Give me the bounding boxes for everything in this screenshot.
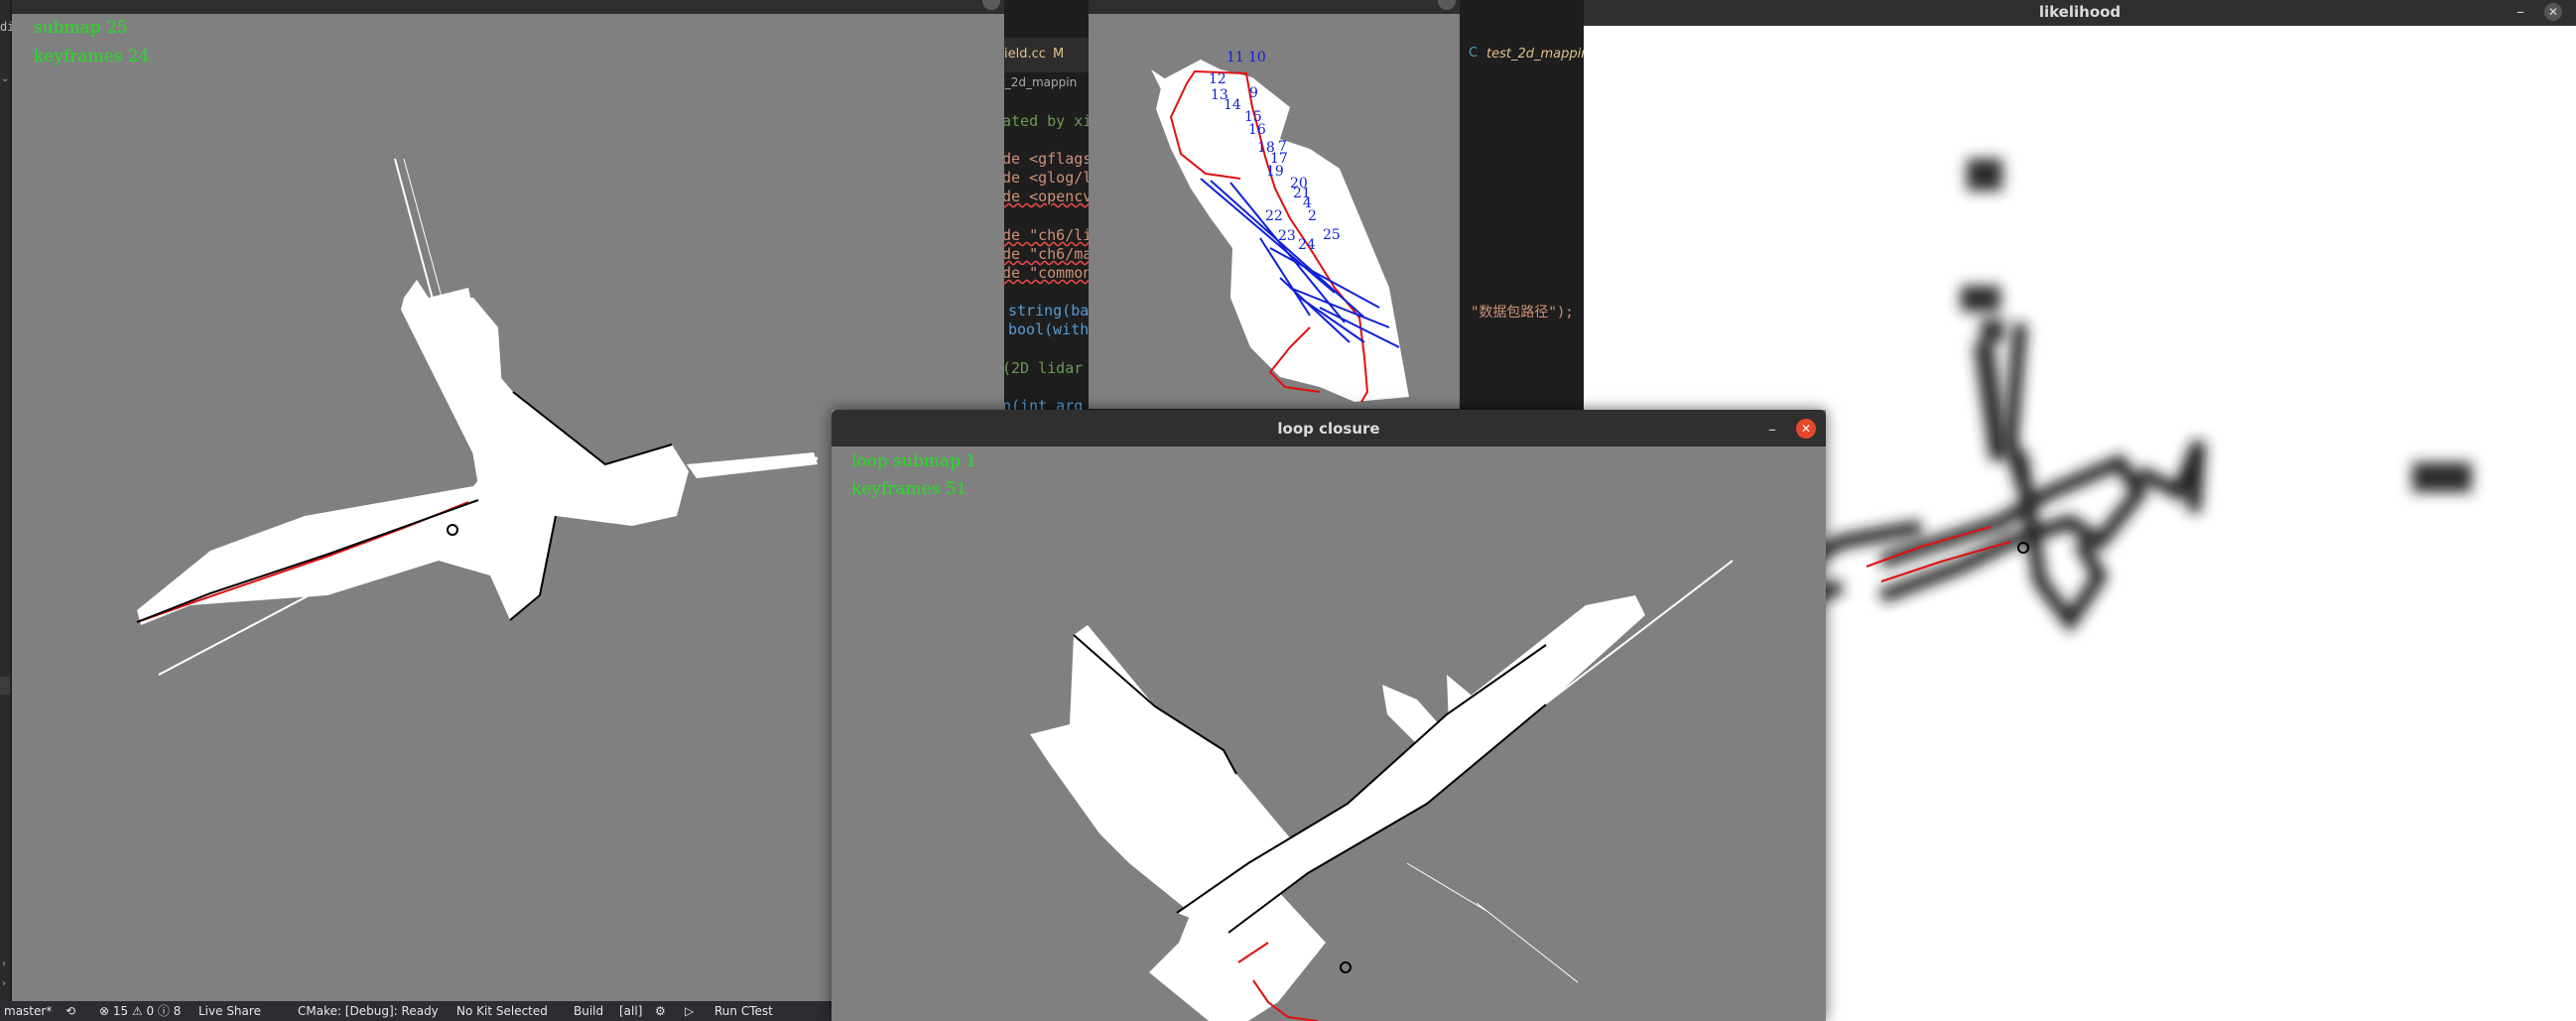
pose-node-label: 24 (1298, 237, 1316, 253)
likelihood-close-button[interactable]: ✕ (2544, 3, 2562, 21)
pose-node-label: 2 (1308, 208, 1317, 224)
loop-minimize-button[interactable]: – (1768, 422, 1776, 438)
code-line-9: bool(with (1008, 320, 1090, 338)
tab-row: ield.cc M (1002, 38, 1092, 72)
keyframe-count-label: keyframes 24 (34, 47, 150, 66)
code-line-2: de <gflags (1002, 150, 1093, 168)
tab-test-2d-mapping[interactable]: test_2d_mappin (1486, 47, 1589, 62)
status-bar: master* ⟲ ⊗ 15 ⚠ 0 ⓘ 8 Live Share CMake:… (0, 1001, 958, 1021)
status-sync-icon[interactable]: ⟲ (65, 1001, 75, 1021)
tab-ield-cc[interactable]: ield.cc M (1004, 47, 1064, 62)
code-line-1: ated by xia (1002, 112, 1101, 130)
pose-graph-window: 11 10 12 9 13 14 15 16 18 7 17 19 20 21 4 22 2 23 24 25 (1089, 0, 1460, 409)
status-problems[interactable]: ⊗ 15 ⚠ 0 ⓘ 8 (99, 1001, 181, 1021)
status-branch[interactable]: master* (4, 1001, 52, 1021)
code-line-4: de <opencv (1002, 188, 1093, 205)
loop-submap-label: loop submap 1 (851, 451, 977, 471)
pose-node-label: 10 (1248, 50, 1266, 65)
status-run-ctest[interactable]: Run CTest (714, 1001, 773, 1021)
cpp-file-icon: C (1469, 46, 1479, 61)
status-cmake[interactable]: CMake: [Debug]: Ready (298, 1001, 439, 1021)
breadcrumb[interactable]: t_2d_mappin (1000, 75, 1077, 89)
loop-closure-title: loop closure (1277, 420, 1380, 438)
likelihood-titlebar: likelihood – ✕ (1584, 0, 2576, 26)
status-build[interactable]: Build (574, 1001, 603, 1021)
code-line-8: string(ba (1008, 302, 1090, 319)
code-line-5: de "ch6/li (1002, 226, 1093, 244)
pose-node-label: 23 (1278, 228, 1296, 244)
status-live-share[interactable]: Live Share (198, 1001, 261, 1021)
loop-occupancy-map (1030, 560, 1734, 1021)
status-debug-icon[interactable]: ⚙ (655, 1001, 666, 1021)
pose-node-label: 9 (1249, 85, 1258, 101)
modified-badge: M (1053, 47, 1065, 62)
code-line-3: de <glog/l (1002, 169, 1093, 187)
chevron-right-icon[interactable]: › (2, 958, 6, 969)
code-line-7: de "common (1002, 264, 1093, 282)
tab-row-right: C test_2d_mappin (1461, 38, 1589, 72)
pose-node-label: 16 (1248, 122, 1266, 138)
pose-node-label: 25 (1323, 227, 1341, 243)
loop-keyframes-label: keyframes 51 (851, 479, 967, 499)
pose-graph-map (1151, 60, 1409, 403)
loop-close-button[interactable]: ✕ (1796, 419, 1816, 439)
status-target[interactable]: [all] (619, 1001, 642, 1021)
likelihood-minimize-button[interactable]: – (2516, 4, 2524, 20)
pose-node-label: 14 (1224, 97, 1241, 113)
chevron-right-icon-2[interactable]: › (2, 978, 6, 989)
submap-index-label: submap 25 (34, 18, 128, 38)
tab-label: ield.cc (1004, 47, 1046, 62)
loop-titlebar: loop closure – ✕ (832, 410, 1826, 447)
pose-node-label: 19 (1266, 164, 1284, 180)
code-line-6: de "ch6/ma (1002, 245, 1093, 263)
chevron-down-icon[interactable]: ⌄ (1, 73, 9, 84)
code-string-right: "数据包路径"); (1471, 305, 1574, 320)
status-kit[interactable]: No Kit Selected (456, 1001, 548, 1021)
activity-strip (0, 0, 10, 1021)
loop-closure-window: loop closure – ✕ loop submap 1 keyframes… (832, 410, 1826, 1021)
likelihood-title: likelihood (2038, 3, 2122, 21)
activity-marker (0, 677, 10, 695)
pose-node-label: 11 (1226, 50, 1244, 65)
status-run-icon[interactable]: ▷ (685, 1001, 694, 1021)
pose-node-label: 22 (1265, 208, 1283, 224)
pose-node-label: 12 (1209, 71, 1226, 87)
code-line-10: (2D lidar (1002, 359, 1084, 377)
